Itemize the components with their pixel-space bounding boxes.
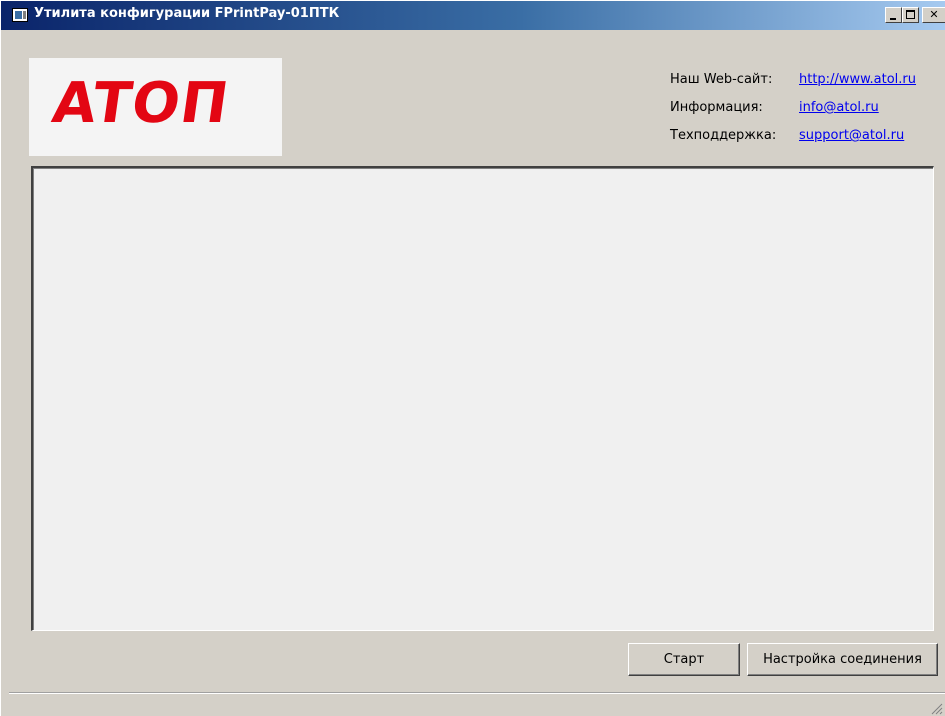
close-button[interactable]: ✕ [922,7,945,23]
website-link[interactable]: http://www.atol.ru [799,72,916,87]
app-window-icon [12,8,28,22]
minimize-icon [890,18,896,20]
start-button[interactable]: Старт [628,643,740,676]
info-email-link[interactable]: info@atol.ru [799,100,879,115]
main-window: Утилита конфигурации FPrintPay-01ПТК ✕ A… [0,0,945,716]
minimize-button[interactable] [885,7,902,23]
company-logo: ATOΠ [29,58,282,156]
close-icon: ✕ [929,8,939,21]
support-email-link[interactable]: support@atol.ru [799,128,904,143]
maximize-icon [906,10,915,19]
website-label: Наш Web-сайт: [670,72,773,87]
info-label: Информация: [670,100,763,115]
resize-grip-icon[interactable] [929,701,943,715]
support-label: Техподдержка: [670,128,777,143]
log-output-area[interactable] [31,166,934,631]
connection-settings-button[interactable]: Настройка соединения [747,643,938,676]
title-bar[interactable]: Утилита конфигурации FPrintPay-01ПТК ✕ [1,1,945,30]
status-bar-divider [9,692,945,694]
logo-wordmark: ATOΠ [48,71,234,136]
maximize-button[interactable] [902,7,919,23]
window-title: Утилита конфигурации FPrintPay-01ПТК [34,6,340,21]
